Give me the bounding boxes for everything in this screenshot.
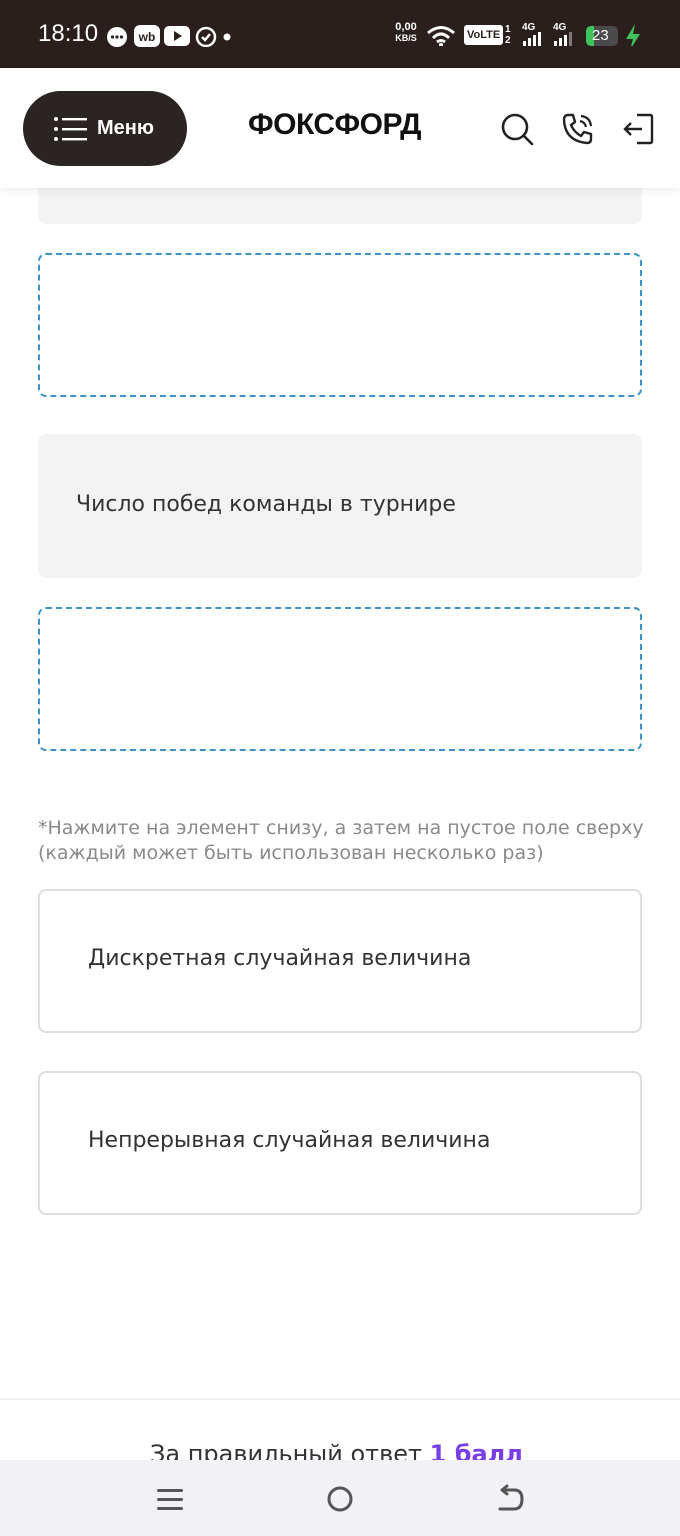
login-icon[interactable]: [621, 112, 655, 146]
menu-label: Меню: [97, 117, 154, 139]
battery-level: 23: [592, 27, 609, 44]
sim-labels: 1 2: [505, 24, 511, 46]
choice-option-continuous[interactable]: Непрерывная случайная величина: [38, 1071, 642, 1215]
home-icon[interactable]: [325, 1484, 355, 1514]
search-icon[interactable]: [500, 112, 534, 146]
svg-text:wb: wb: [138, 30, 156, 44]
hint-line: *Нажмите на элемент снизу, а затем на пу…: [38, 817, 644, 839]
answer-drop-zone[interactable]: [38, 607, 642, 751]
signal1-icon: [523, 32, 541, 46]
term-card: Число побед команды в турнире: [38, 434, 642, 578]
volte-badge: VoLTE: [464, 25, 504, 45]
status-time: 18:10: [38, 20, 99, 47]
battery-icon: 23: [586, 26, 618, 46]
net-speed-unit: KB/S: [395, 33, 417, 43]
divider: [0, 1398, 680, 1400]
signal2-icon: [554, 32, 572, 46]
wb-icon: wb: [134, 25, 160, 47]
status-bar: 18:10 wb 0,00 KB/S VoLTE 1 2 4G 4G 23: [0, 0, 680, 68]
net-speed-value: 0,00: [395, 21, 417, 33]
instruction-hint: *Нажмите на элемент снизу, а затем на пу…: [38, 816, 648, 866]
wifi-icon: [427, 26, 455, 46]
charging-icon: [626, 24, 640, 46]
term-label: Число побед команды в турнире: [76, 492, 456, 517]
choice-label: Дискретная случайная величина: [88, 946, 472, 971]
dot-icon: [223, 33, 231, 41]
menu-button[interactable]: Меню: [23, 91, 187, 166]
foxford-logo[interactable]: ФОКСФОРД: [248, 108, 421, 142]
hamburger-icon: [54, 116, 87, 141]
sim1-label: 1: [505, 24, 511, 35]
hint-line: (каждый может быть использован несколько…: [38, 842, 544, 864]
sim2-label: 2: [505, 35, 511, 46]
net-speed: 0,00 KB/S: [392, 22, 420, 44]
youtube-icon: [164, 26, 190, 46]
chat-icon: [107, 27, 127, 47]
site-header: Меню ФОКСФОРД: [0, 68, 680, 188]
recent-apps-icon[interactable]: [155, 1484, 185, 1514]
back-icon[interactable]: [495, 1484, 525, 1514]
choice-option-discrete[interactable]: Дискретная случайная величина: [38, 889, 642, 1033]
choice-label: Непрерывная случайная величина: [88, 1128, 491, 1153]
system-nav-bar: [0, 1460, 680, 1536]
phone-icon[interactable]: [561, 112, 595, 146]
answer-drop-zone[interactable]: [38, 253, 642, 397]
timer-check-icon: [195, 26, 217, 47]
